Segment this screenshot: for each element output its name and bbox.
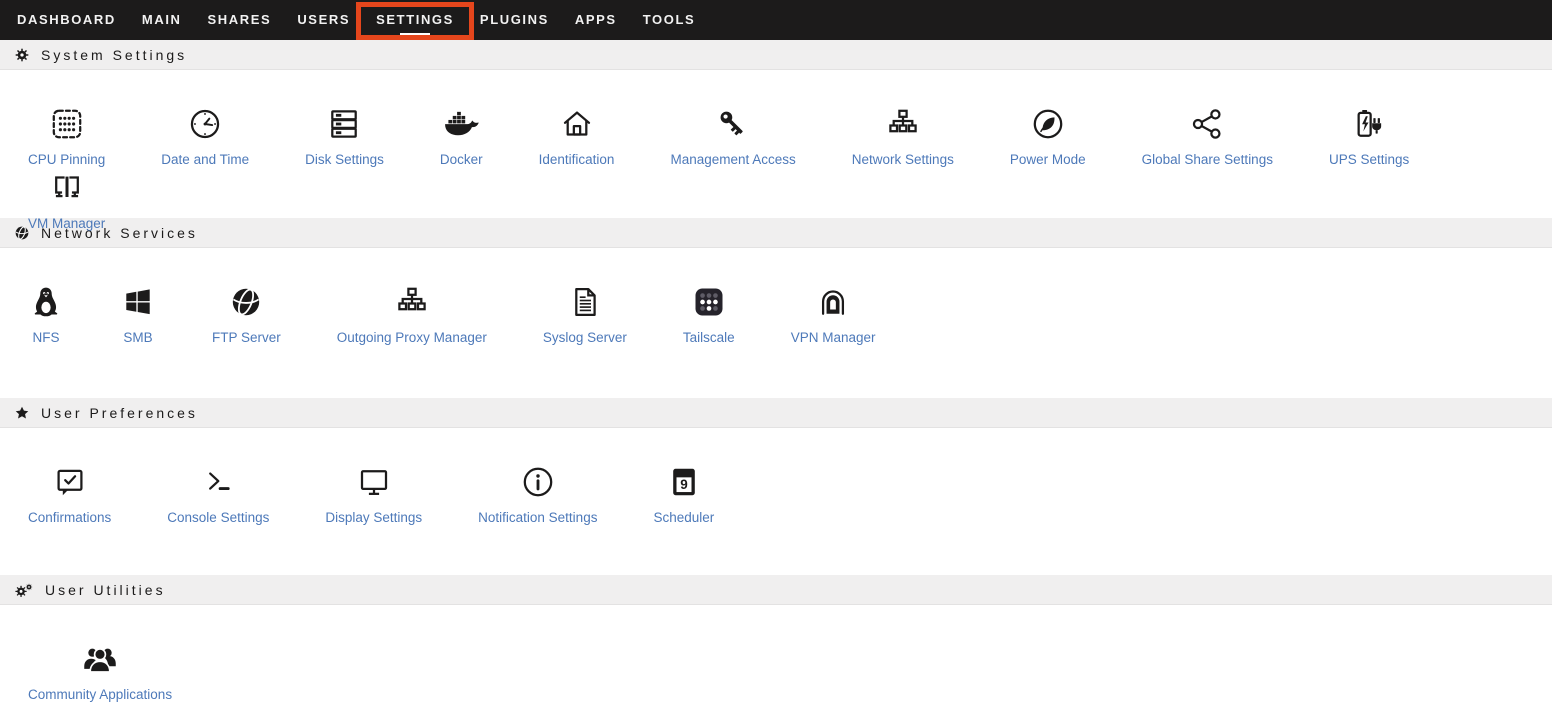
- tab-settings[interactable]: SETTINGS: [363, 0, 467, 40]
- tab-settings-label: SETTINGS: [376, 12, 454, 27]
- tab-shares[interactable]: SHARES: [195, 0, 285, 40]
- tab-plugins[interactable]: PLUGINS: [467, 0, 562, 40]
- item-label: Power Mode: [1010, 152, 1086, 168]
- item-label: SMB: [123, 330, 152, 346]
- settings-item-network-settings[interactable]: Network Settings: [828, 104, 978, 168]
- settings-item-ups-settings[interactable]: UPS Settings: [1305, 104, 1433, 168]
- terminal-icon: [200, 462, 236, 502]
- star-icon: [14, 405, 30, 421]
- item-label: Scheduler: [653, 510, 714, 526]
- monitor-icon: [356, 462, 392, 502]
- settings-item-nfs[interactable]: NFS: [4, 282, 88, 346]
- windows-logo-icon: [120, 282, 156, 322]
- settings-item-community-applications[interactable]: Community Applications: [4, 639, 196, 703]
- item-label: Tailscale: [683, 330, 735, 346]
- item-label: UPS Settings: [1329, 152, 1409, 168]
- settings-item-syslog-server[interactable]: Syslog Server: [519, 282, 651, 346]
- section-user-preferences: User Preferences Confirmations Console S…: [0, 398, 1552, 575]
- sitemap-icon: [394, 282, 430, 322]
- item-label: Display Settings: [325, 510, 422, 526]
- section-header-network-services: Network Services: [0, 218, 1552, 248]
- settings-item-disk-settings[interactable]: Disk Settings: [281, 104, 408, 168]
- tab-tools[interactable]: TOOLS: [630, 0, 709, 40]
- item-label: VPN Manager: [791, 330, 876, 346]
- item-label: Management Access: [670, 152, 795, 168]
- sitemap-icon: [885, 104, 921, 144]
- share-nodes-icon: [1189, 104, 1225, 144]
- gears-icon: [14, 582, 34, 598]
- settings-item-global-share-settings[interactable]: Global Share Settings: [1118, 104, 1297, 168]
- item-label: Community Applications: [28, 687, 172, 703]
- section-user-utilities: User Utilities Community Applications: [0, 575, 1552, 703]
- home-icon: [559, 104, 595, 144]
- item-label: Console Settings: [167, 510, 269, 526]
- section-system-settings: System Settings CPU Pinning: [0, 40, 1552, 218]
- settings-item-docker[interactable]: Docker: [416, 104, 507, 168]
- tab-dashboard[interactable]: DASHBOARD: [4, 0, 129, 40]
- settings-item-date-time[interactable]: Date and Time: [137, 104, 273, 168]
- section-header-system-settings: System Settings: [0, 40, 1552, 70]
- settings-item-display-settings[interactable]: Display Settings: [301, 462, 446, 526]
- section-title: System Settings: [41, 47, 187, 63]
- tux-penguin-icon: [28, 282, 64, 322]
- battery-plug-icon: [1350, 104, 1388, 144]
- settings-item-power-mode[interactable]: Power Mode: [986, 104, 1110, 168]
- tab-apps[interactable]: APPS: [562, 0, 630, 40]
- item-label: Notification Settings: [478, 510, 597, 526]
- item-label: Identification: [539, 152, 615, 168]
- settings-item-identification[interactable]: Identification: [515, 104, 639, 168]
- calendar-icon: 9: [666, 462, 702, 502]
- item-label: Global Share Settings: [1142, 152, 1273, 168]
- settings-item-vpn-manager[interactable]: VPN Manager: [767, 282, 900, 346]
- settings-item-notification-settings[interactable]: Notification Settings: [454, 462, 621, 526]
- section-header-user-utilities: User Utilities: [0, 575, 1552, 605]
- settings-item-ftp-server[interactable]: FTP Server: [188, 282, 305, 346]
- vm-panels-icon: [49, 168, 85, 208]
- docker-whale-icon: [440, 104, 482, 144]
- file-lines-icon: [567, 282, 603, 322]
- user-group-icon: [80, 639, 120, 679]
- globe-solid-icon: [228, 282, 264, 322]
- section-network-services: Network Services NFS: [0, 218, 1552, 398]
- gear-icon: [14, 47, 30, 63]
- item-label: Confirmations: [28, 510, 111, 526]
- item-label: Docker: [440, 152, 483, 168]
- cpu-pinning-icon: [49, 104, 85, 144]
- section-title: User Preferences: [41, 405, 198, 421]
- section-header-user-preferences: User Preferences: [0, 398, 1552, 428]
- settings-item-smb[interactable]: SMB: [96, 282, 180, 346]
- item-label: CPU Pinning: [28, 152, 105, 168]
- item-label: NFS: [33, 330, 60, 346]
- info-circle-icon: [520, 462, 556, 502]
- item-label: Date and Time: [161, 152, 249, 168]
- settings-item-confirmations[interactable]: Confirmations: [4, 462, 135, 526]
- server-stack-icon: [326, 104, 362, 144]
- item-label: Disk Settings: [305, 152, 384, 168]
- item-label: Network Settings: [852, 152, 954, 168]
- clock-icon: [187, 104, 223, 144]
- section-title: User Utilities: [45, 582, 166, 598]
- settings-item-vm-manager[interactable]: VM Manager: [4, 168, 129, 232]
- globe-icon: [14, 225, 30, 241]
- comment-check-icon: [52, 462, 88, 502]
- top-navbar: DASHBOARD MAIN SHARES USERS SETTINGS PLU…: [0, 0, 1552, 40]
- key-icon: [715, 104, 751, 144]
- settings-item-console-settings[interactable]: Console Settings: [143, 462, 293, 526]
- settings-item-tailscale[interactable]: Tailscale: [659, 282, 759, 346]
- svg-text:9: 9: [680, 477, 688, 492]
- tailscale-icon: [691, 282, 727, 322]
- item-label: Syslog Server: [543, 330, 627, 346]
- item-label: Outgoing Proxy Manager: [337, 330, 487, 346]
- tab-main[interactable]: MAIN: [129, 0, 195, 40]
- item-label: FTP Server: [212, 330, 281, 346]
- tab-users[interactable]: USERS: [284, 0, 363, 40]
- settings-item-management-access[interactable]: Management Access: [646, 104, 819, 168]
- settings-item-scheduler[interactable]: 9 Scheduler: [629, 462, 738, 526]
- section-title: Network Services: [41, 225, 198, 241]
- settings-item-cpu-pinning[interactable]: CPU Pinning: [4, 104, 129, 168]
- settings-item-outgoing-proxy-manager[interactable]: Outgoing Proxy Manager: [313, 282, 511, 346]
- leaf-circle-icon: [1030, 104, 1066, 144]
- tunnel-icon: [815, 282, 851, 322]
